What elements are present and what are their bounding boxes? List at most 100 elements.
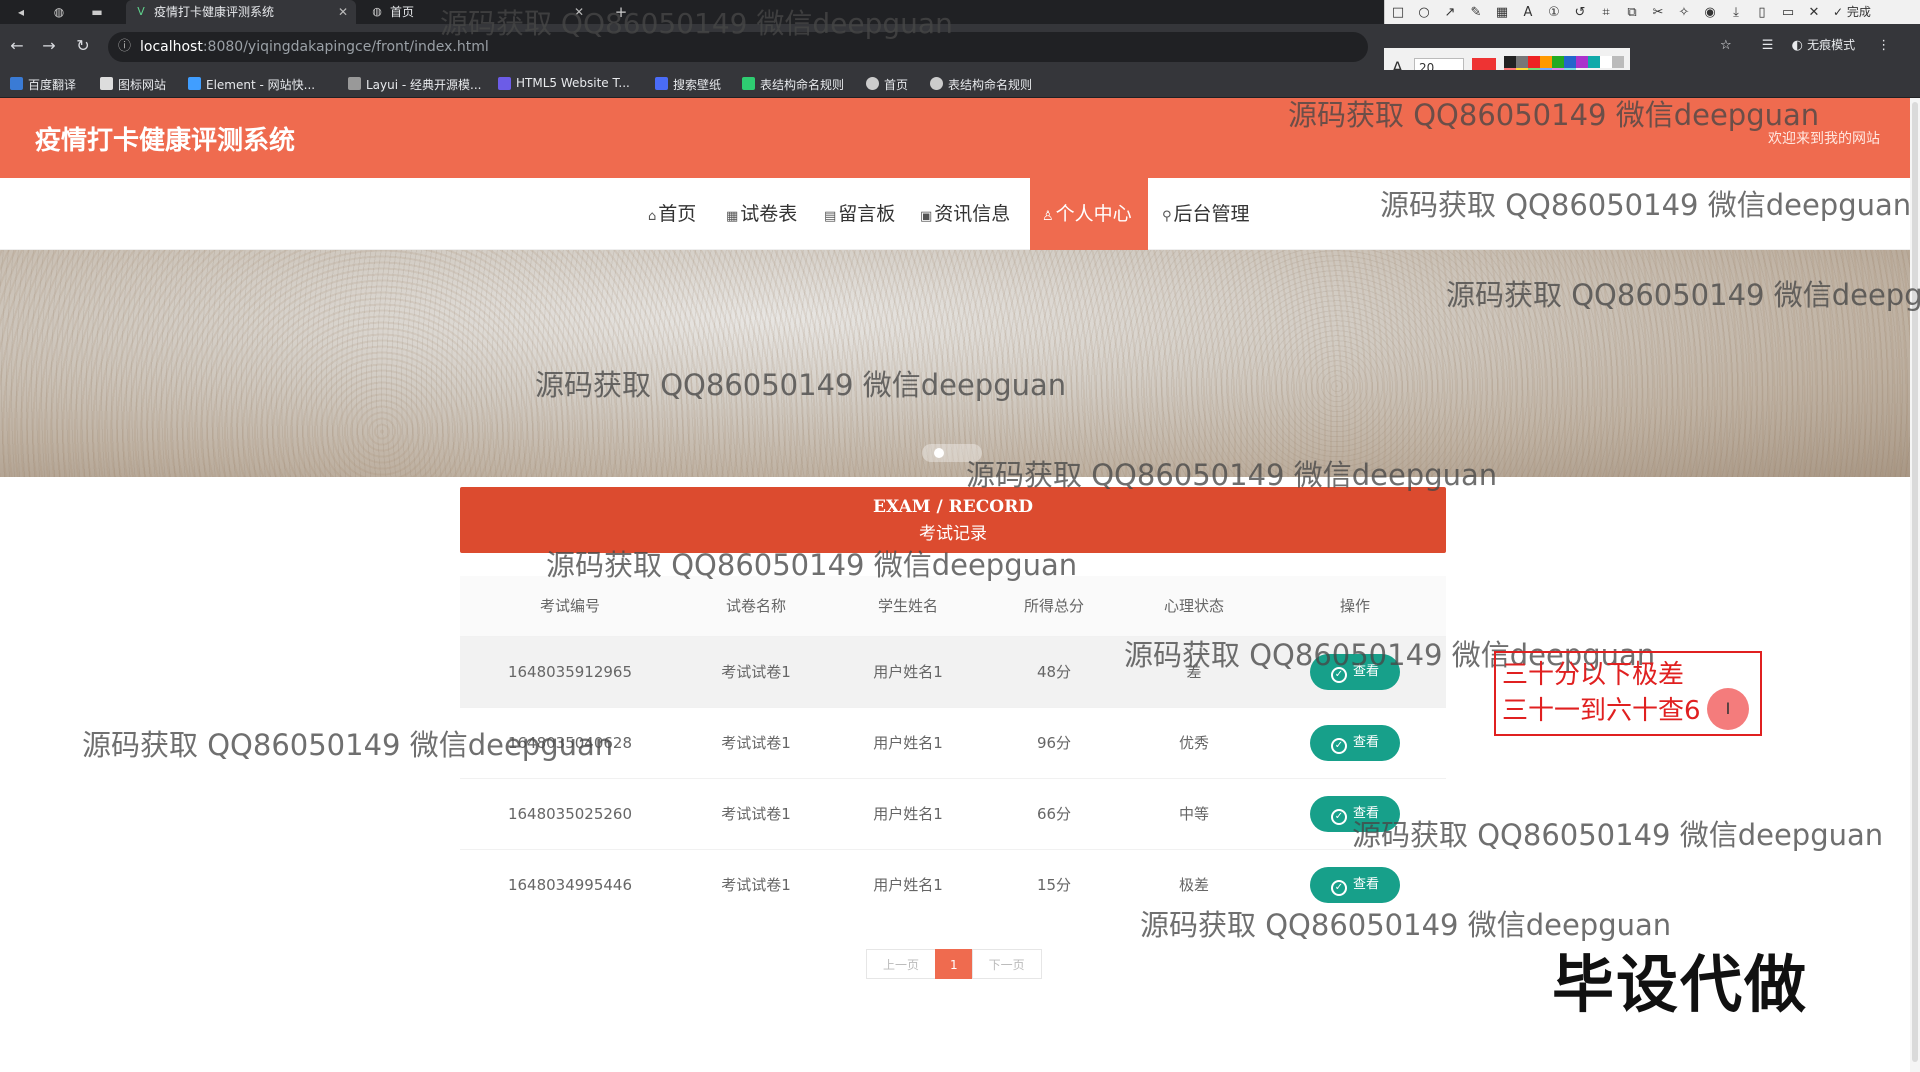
reload-icon[interactable]: ↻	[72, 36, 94, 55]
score-cell: 66分	[984, 777, 1124, 849]
globe-icon: ◍	[372, 5, 382, 18]
close-icon[interactable]: ✕	[1801, 1, 1827, 25]
nav-item-messages[interactable]: ▤ 留言板	[812, 178, 907, 250]
watermark: 源码获取 QQ86050149 微信deepguan	[966, 458, 1498, 492]
nav-item-papers[interactable]: ▦ 试卷表	[714, 178, 809, 250]
bookmark-item[interactable]: 图标网站	[100, 76, 166, 93]
link-icon: ⚲	[1162, 209, 1172, 224]
home-icon: ⌂	[648, 209, 657, 224]
crop-icon[interactable]: ⌗	[1593, 1, 1619, 25]
nav-item-profile[interactable]: ♙ 个人中心	[1030, 178, 1148, 250]
exam-id-cell: 1648034995446	[460, 848, 680, 920]
shield-check-icon: ✓	[1330, 879, 1347, 896]
action-cell: ✓ 查看	[1264, 706, 1446, 778]
column-header: 学生姓名	[832, 576, 984, 636]
window-icon[interactable]: ▬	[88, 3, 106, 21]
state-cell: 中等	[1124, 777, 1264, 849]
column-header: 所得总分	[984, 576, 1124, 636]
view-button[interactable]: ✓ 查看	[1310, 724, 1400, 761]
annotation-line: 三十分以下极差	[1502, 660, 1685, 690]
bookmark-item[interactable]: 百度翻译	[10, 76, 76, 93]
text-icon[interactable]: A	[1515, 1, 1541, 25]
paper-name-cell: 考试试卷1	[680, 848, 832, 920]
done-button[interactable]: ✓ 完成	[1827, 0, 1877, 24]
star-icon[interactable]: ☆	[1720, 38, 1732, 53]
watermark: 源码获取 QQ86050149 微信deepguan	[82, 728, 614, 762]
tab-yiqing[interactable]: V 疫情打卡健康评测系统 ✕	[126, 0, 356, 24]
watermark: 源码获取 QQ86050149 微信deepguan	[1446, 278, 1920, 312]
bookmark-item[interactable]: 首页	[866, 76, 908, 93]
exam-id-cell: 1648035025260	[460, 777, 680, 849]
watermark: 源码获取 QQ86050149 微信deepguan	[535, 368, 1067, 402]
score-cell: 48分	[984, 635, 1124, 707]
translate-icon[interactable]: ⧉	[1619, 1, 1645, 25]
paper-name-cell: 考试试卷1	[680, 777, 832, 849]
reading-list-icon[interactable]: ☰	[1762, 38, 1774, 53]
nav-item-news[interactable]: ▣ 资讯信息	[908, 178, 1022, 250]
info-icon: ⓘ	[118, 39, 132, 54]
close-icon[interactable]: ✕	[338, 0, 348, 24]
table-row: 1648035025260 考试试卷1 用户姓名1 66分 中等 ✓ 查看	[460, 777, 1446, 849]
page-number-button[interactable]: 1	[935, 949, 973, 979]
profile-label[interactable]: 无痕模式	[1807, 38, 1855, 52]
download-icon[interactable]: ⤓	[1723, 1, 1749, 25]
bookmark-item[interactable]: 表结构命名规则	[930, 76, 1032, 93]
watermark: 源码获取 QQ86050149 微信deepguan	[546, 548, 1078, 582]
url-host: localhost	[140, 39, 203, 55]
menu-icon[interactable]: ⋮	[1877, 38, 1890, 53]
back-icon[interactable]: ←	[6, 36, 28, 55]
score-cell: 96分	[984, 706, 1124, 778]
news-icon: ▣	[920, 209, 933, 224]
board-icon: ▤	[824, 209, 837, 224]
student-name-cell: 用户姓名1	[832, 706, 984, 778]
bookmark-item[interactable]: 表结构命名规则	[742, 76, 844, 93]
circle-icon[interactable]: ○	[1411, 1, 1437, 25]
globe-icon[interactable]: ◍	[50, 3, 68, 21]
exam-id-cell: 1648035912965	[460, 635, 680, 707]
bookmark-item[interactable]: HTML5 Website T...	[498, 76, 630, 90]
shield-check-icon: ✓	[1330, 737, 1347, 754]
user-icon: ♙	[1042, 209, 1054, 224]
section-title-cn: 考试记录	[919, 524, 987, 544]
browser-right-icons: ☆ ☰ ◐ 无痕模式 ⋮	[1720, 36, 1890, 53]
mosaic-icon[interactable]: ▦	[1489, 1, 1515, 25]
annotation-toolbar: □ ○ ↗ ✎ ▦ A ① ↺ ⌗ ⧉ ✂ ✧ ◉ ⤓ ▯ ▭ ✕ ✓ 完成	[1384, 0, 1920, 24]
watermark: 源码获取 QQ86050149 微信deepguan	[440, 7, 953, 40]
bookmark-item[interactable]: 搜索壁纸	[655, 76, 721, 93]
forward-icon[interactable]: →	[38, 36, 60, 55]
sound-icon[interactable]: ◂	[12, 3, 30, 21]
shield-check-icon: ✓	[1330, 808, 1347, 825]
carousel-dot[interactable]	[934, 448, 944, 458]
page-scrollbar[interactable]	[1910, 98, 1920, 1072]
pin-icon[interactable]: ✧	[1671, 1, 1697, 25]
nav-item-admin[interactable]: ⚲ 后台管理	[1150, 178, 1262, 250]
bookmark-item[interactable]: Layui - 经典开源模...	[348, 76, 481, 93]
student-name-cell: 用户姓名1	[832, 848, 984, 920]
nav-item-home[interactable]: ⌂ 首页	[636, 178, 708, 250]
ocr-icon[interactable]: ✂	[1645, 1, 1671, 25]
view-button[interactable]: ✓ 查看	[1310, 866, 1400, 903]
incognito-icon[interactable]: ◐	[1792, 38, 1803, 53]
text-cursor-icon: I	[1707, 688, 1749, 730]
next-page-button[interactable]: 下一页	[971, 949, 1042, 979]
undo-icon[interactable]: ↺	[1567, 1, 1593, 25]
watermark: 源码获取 QQ86050149 微信deepguan	[1380, 188, 1912, 222]
pen-icon[interactable]: ✎	[1463, 1, 1489, 25]
record-icon[interactable]: ◉	[1697, 1, 1723, 25]
score-cell: 15分	[984, 848, 1124, 920]
bookmark-icon[interactable]: ▭	[1775, 1, 1801, 25]
section-title-en: EXAM / RECORD	[873, 497, 1033, 517]
prev-page-button[interactable]: 上一页	[866, 949, 937, 979]
number-icon[interactable]: ①	[1541, 1, 1567, 25]
paper-name-cell: 考试试卷1	[680, 706, 832, 778]
phone-icon[interactable]: ▯	[1749, 1, 1775, 25]
column-header: 考试编号	[460, 576, 680, 636]
site-title: 疫情打卡健康评测系统	[35, 126, 296, 156]
student-name-cell: 用户姓名1	[832, 777, 984, 849]
rectangle-icon[interactable]: □	[1385, 1, 1411, 25]
address-bar-row: ← → ↻ ⓘ localhost:8080/yiqingdakapingce/…	[0, 24, 1920, 88]
pagination: 上一页 1 下一页	[866, 949, 1042, 979]
scrollbar-thumb[interactable]	[1912, 102, 1918, 1062]
arrow-icon[interactable]: ↗	[1437, 1, 1463, 25]
bookmark-item[interactable]: Element - 网站快...	[188, 76, 315, 93]
